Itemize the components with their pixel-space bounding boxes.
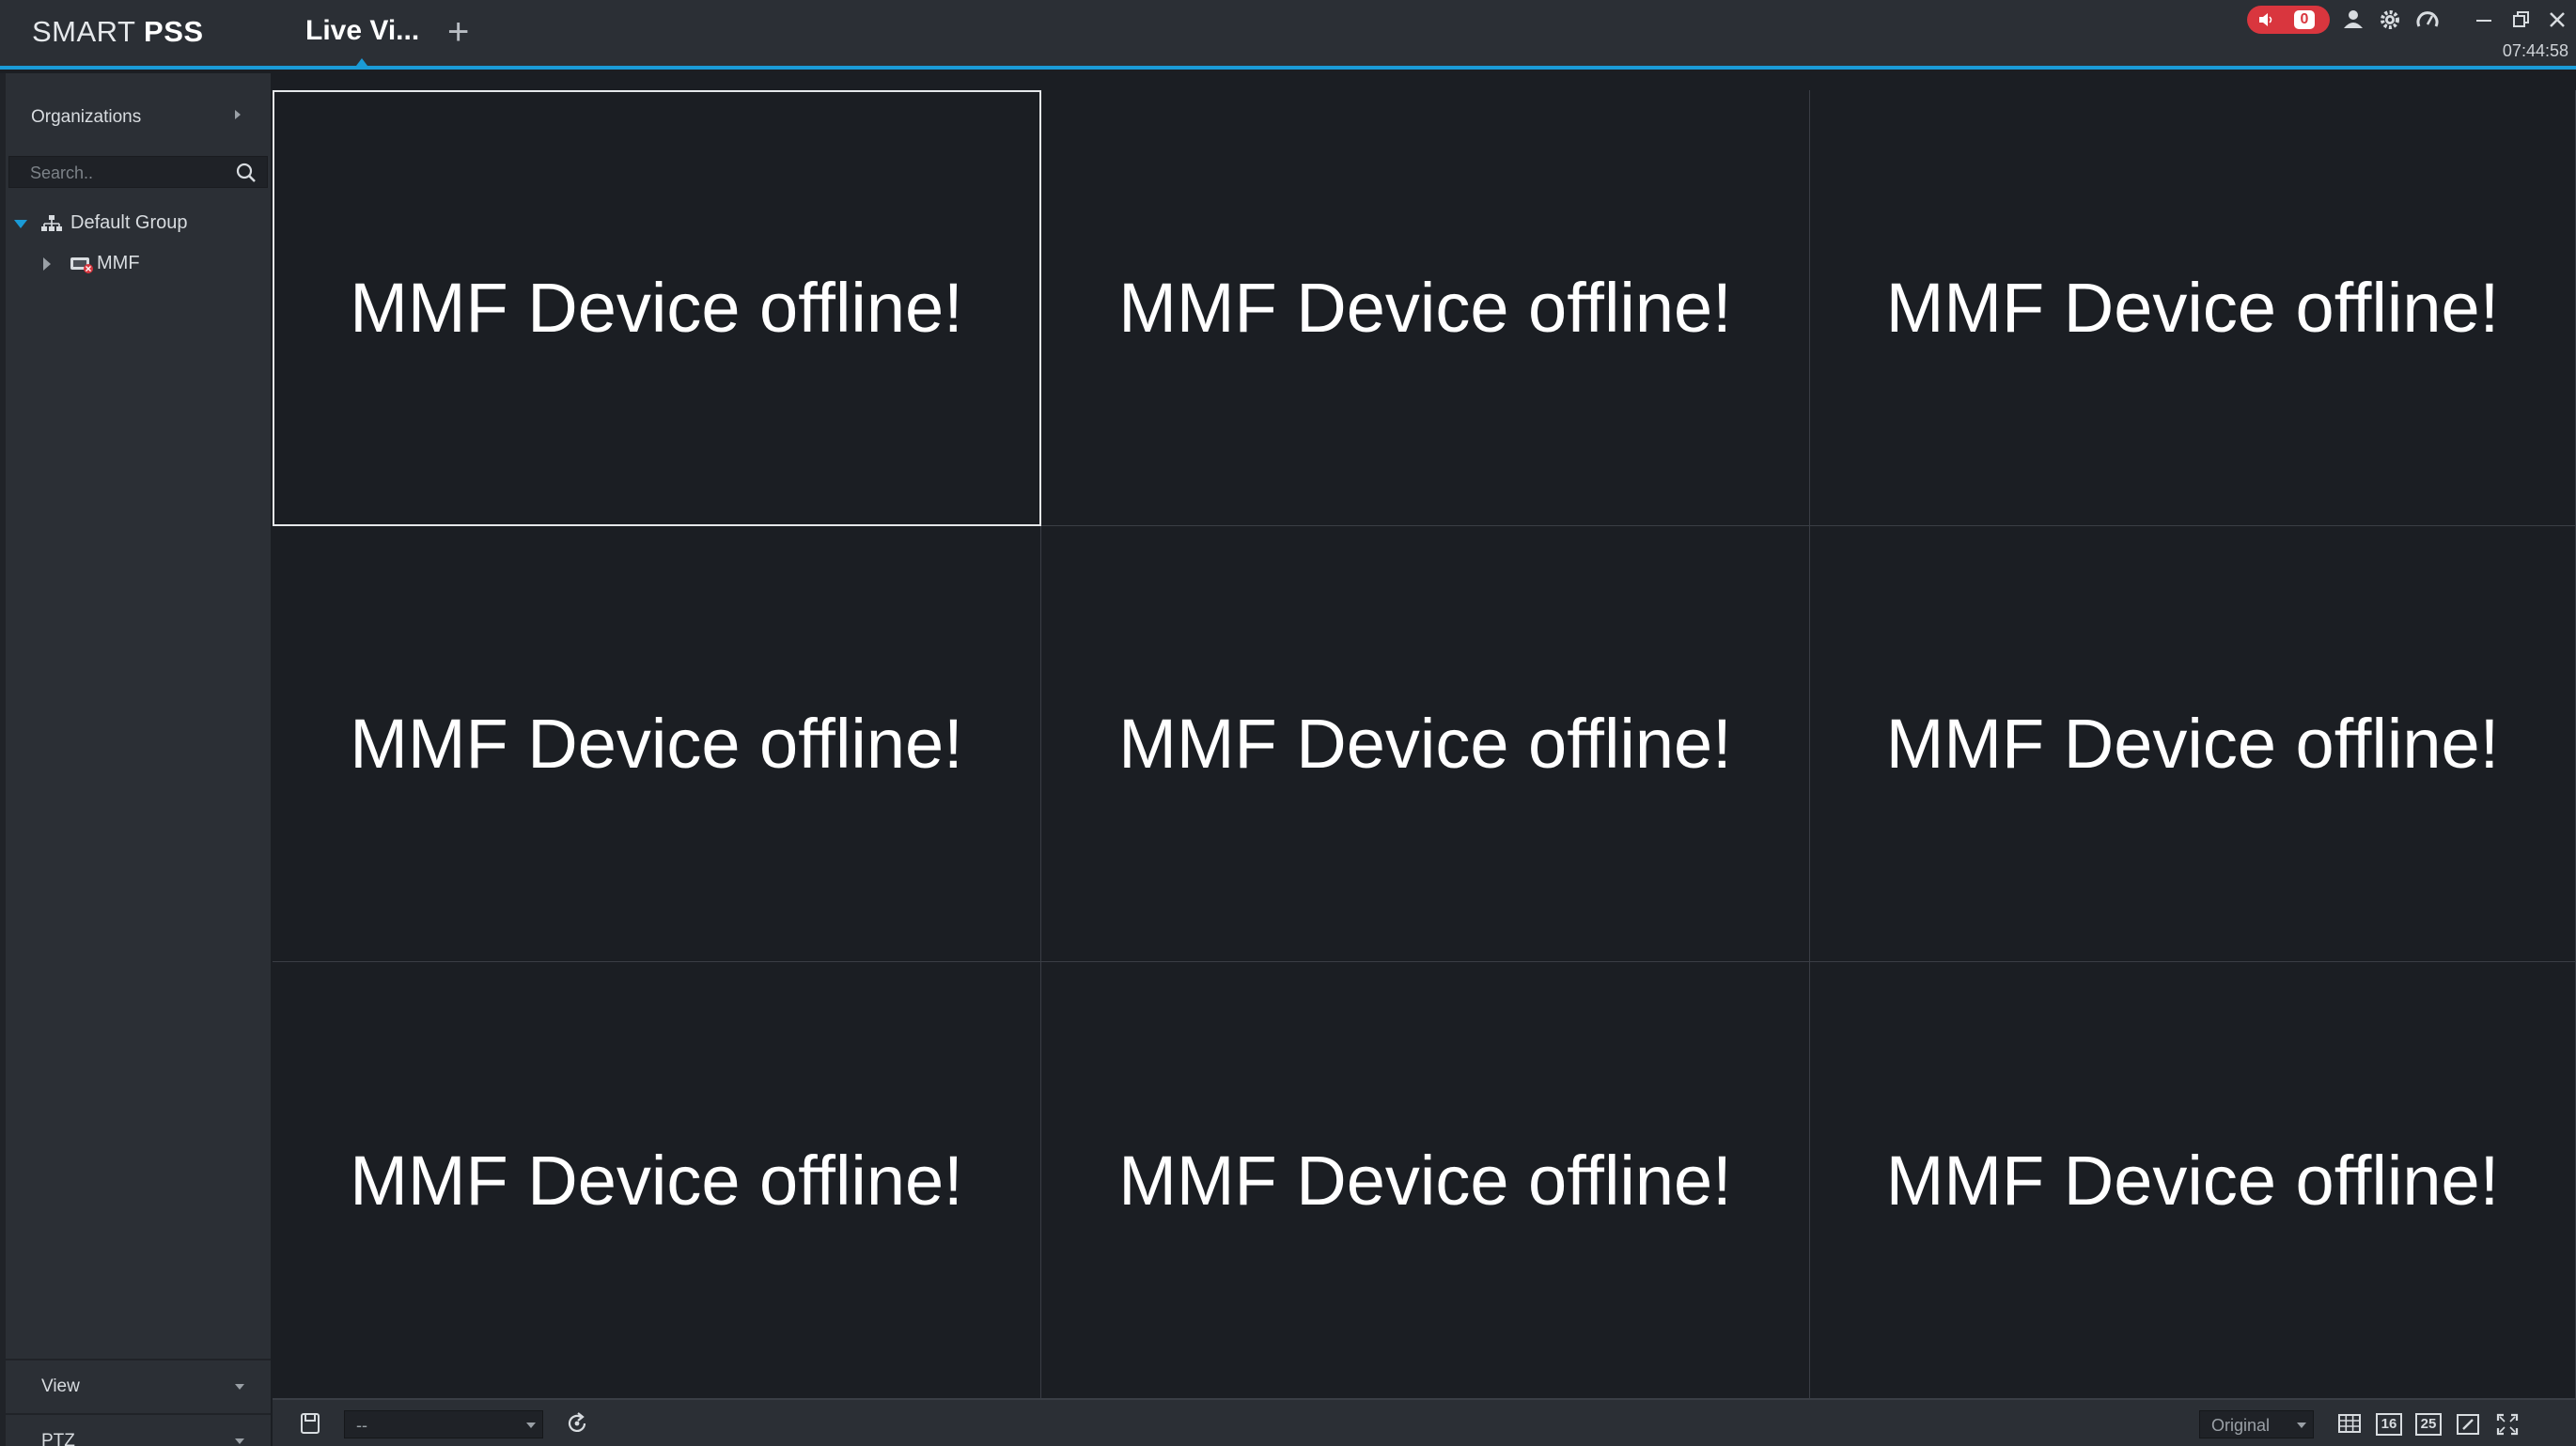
video-cell[interactable]: MMF Device offline! (1041, 90, 1810, 526)
chevron-down-icon (235, 1384, 244, 1390)
bottom-toolbar: -- Original 16 25 (273, 1399, 2576, 1446)
tree-node-mmf-device[interactable]: MMF (6, 247, 271, 281)
video-cell[interactable]: MMF Device offline! (1810, 90, 2576, 526)
offline-message: MMF Device offline! (1885, 269, 2500, 347)
add-tab-button[interactable]: + (447, 13, 469, 51)
alarm-button[interactable]: 0 (2247, 6, 2330, 34)
save-view-icon[interactable] (297, 1410, 323, 1437)
logo-prefix: SMART (32, 15, 135, 48)
speaker-icon (2259, 13, 2272, 26)
offline-message: MMF Device offline! (350, 705, 963, 783)
performance-gauge-icon[interactable] (2415, 8, 2440, 32)
tree-label-group: Default Group (70, 212, 188, 233)
custom-layout-edit-icon[interactable] (2455, 1411, 2481, 1438)
offline-message: MMF Device offline! (350, 269, 963, 347)
ptz-label: PTZ (41, 1431, 75, 1446)
app-logo: SMART PSS (32, 15, 204, 49)
offline-message: MMF Device offline! (1885, 705, 2500, 783)
chevron-down-icon (526, 1423, 536, 1428)
offline-message: MMF Device offline! (1118, 1141, 1732, 1220)
video-cell[interactable]: MMF Device offline! (1041, 962, 1810, 1399)
video-cell[interactable]: MMF Device offline! (1810, 962, 2576, 1399)
search-icon[interactable] (235, 162, 258, 184)
minimize-icon[interactable] (2472, 8, 2496, 32)
close-icon[interactable] (2545, 8, 2569, 32)
chevron-right-icon[interactable] (235, 110, 241, 119)
view-select-value: -- (356, 1416, 367, 1435)
layout-16-button[interactable]: 16 (2376, 1413, 2402, 1436)
title-bar: SMART PSS Live Vi... + 0 07:44:58 (0, 0, 2576, 70)
video-cell[interactable]: MMF Device offline! (273, 962, 1041, 1399)
collapse-caret-icon[interactable] (43, 257, 51, 271)
organizations-header[interactable]: Organizations (31, 107, 141, 128)
layout-9-icon[interactable] (2336, 1410, 2363, 1437)
ptz-panel-header[interactable]: PTZ (6, 1413, 271, 1446)
view-panel-header[interactable]: View (6, 1359, 271, 1411)
org-tree-icon (41, 215, 62, 231)
video-cell[interactable]: MMF Device offline! (1041, 526, 1810, 962)
device-search (8, 156, 268, 188)
alarm-count-badge: 0 (2294, 10, 2315, 29)
tree-node-default-group[interactable]: Default Group (6, 207, 271, 241)
search-input[interactable] (30, 163, 218, 183)
expand-caret-icon[interactable] (14, 220, 27, 228)
video-cell[interactable]: MMF Device offline! (273, 526, 1041, 962)
video-grid: MMF Device offline! MMF Device offline! MM… (273, 90, 2576, 1399)
chevron-down-icon (235, 1438, 244, 1444)
tree-label-device: MMF (97, 253, 140, 273)
offline-message: MMF Device offline! (350, 1141, 963, 1220)
sidebar: Organizations Default Group (6, 73, 271, 1446)
gear-icon[interactable] (2378, 8, 2402, 32)
offline-device-icon (70, 257, 93, 273)
chevron-down-icon (2297, 1423, 2306, 1428)
video-cell[interactable]: MMF Device offline! (273, 90, 1041, 526)
view-select[interactable]: -- (344, 1410, 543, 1438)
fullscreen-icon[interactable] (2494, 1411, 2521, 1438)
user-icon[interactable] (2341, 8, 2365, 32)
layout-25-button[interactable]: 25 (2415, 1413, 2442, 1436)
video-cell[interactable]: MMF Device offline! (1810, 526, 2576, 962)
tab-live-view[interactable]: Live Vi... (305, 15, 419, 47)
system-clock: 07:44:58 (2502, 41, 2568, 60)
offline-message: MMF Device offline! (1885, 1141, 2500, 1220)
active-tab-indicator (356, 58, 367, 66)
stream-mode-value: Original (2211, 1416, 2271, 1435)
logo-suffix: PSS (144, 15, 204, 48)
offline-message: MMF Device offline! (1118, 269, 1732, 347)
restore-icon[interactable] (2509, 8, 2534, 32)
offline-message: MMF Device offline! (1118, 705, 1732, 783)
view-label: View (41, 1376, 80, 1396)
refresh-icon[interactable] (564, 1410, 590, 1437)
app-window: SMART PSS Live Vi... + 0 07:44:58 Organi… (0, 0, 2576, 1446)
stream-mode-select[interactable]: Original (2199, 1410, 2314, 1438)
